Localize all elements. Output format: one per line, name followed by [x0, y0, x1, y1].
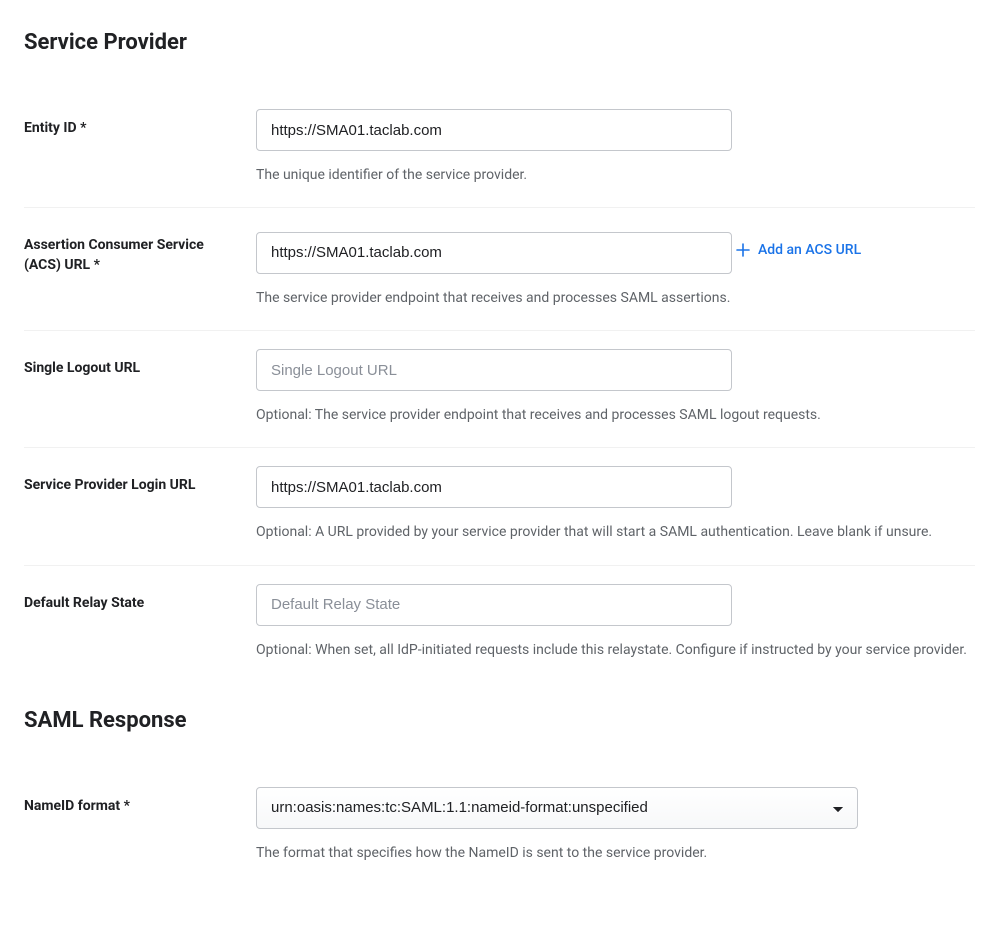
add-acs-url-label: Add an ACS URL	[758, 242, 861, 258]
single-logout-url-row: Single Logout URL Optional: The service …	[24, 331, 975, 448]
entity-id-row: Entity ID * The unique identifier of the…	[24, 91, 975, 208]
default-relay-state-row: Default Relay State Optional: When set, …	[24, 566, 975, 682]
acs-url-label: Assertion Consumer Service (ACS) URL *	[24, 226, 256, 275]
sp-login-url-input[interactable]	[256, 466, 732, 508]
service-provider-heading: Service Provider	[24, 30, 975, 55]
entity-id-input[interactable]	[256, 109, 732, 151]
default-relay-state-input[interactable]	[256, 584, 732, 626]
entity-id-help: The unique identifier of the service pro…	[256, 165, 975, 185]
acs-url-row: Assertion Consumer Service (ACS) URL * A…	[24, 208, 975, 331]
add-acs-url-link[interactable]: Add an ACS URL	[736, 242, 861, 258]
nameid-format-row: NameID format * urn:oasis:names:tc:SAML:…	[24, 769, 975, 885]
plus-icon	[736, 243, 750, 257]
nameid-format-select[interactable]: urn:oasis:names:tc:SAML:1.1:nameid-forma…	[256, 787, 858, 829]
single-logout-url-label: Single Logout URL	[24, 349, 256, 379]
default-relay-state-help: Optional: When set, all IdP-initiated re…	[256, 640, 975, 660]
sp-login-url-label: Service Provider Login URL	[24, 466, 256, 496]
sp-login-url-row: Service Provider Login URL Optional: A U…	[24, 448, 975, 565]
nameid-format-help: The format that specifies how the NameID…	[256, 843, 975, 863]
entity-id-label: Entity ID *	[24, 109, 256, 139]
saml-response-heading: SAML Response	[24, 708, 975, 733]
sp-login-url-help: Optional: A URL provided by your service…	[256, 522, 975, 542]
default-relay-state-label: Default Relay State	[24, 584, 256, 614]
acs-url-input[interactable]	[256, 232, 732, 274]
acs-url-help: The service provider endpoint that recei…	[256, 288, 975, 308]
single-logout-url-input[interactable]	[256, 349, 732, 391]
single-logout-url-help: Optional: The service provider endpoint …	[256, 405, 975, 425]
nameid-format-label: NameID format *	[24, 787, 256, 817]
